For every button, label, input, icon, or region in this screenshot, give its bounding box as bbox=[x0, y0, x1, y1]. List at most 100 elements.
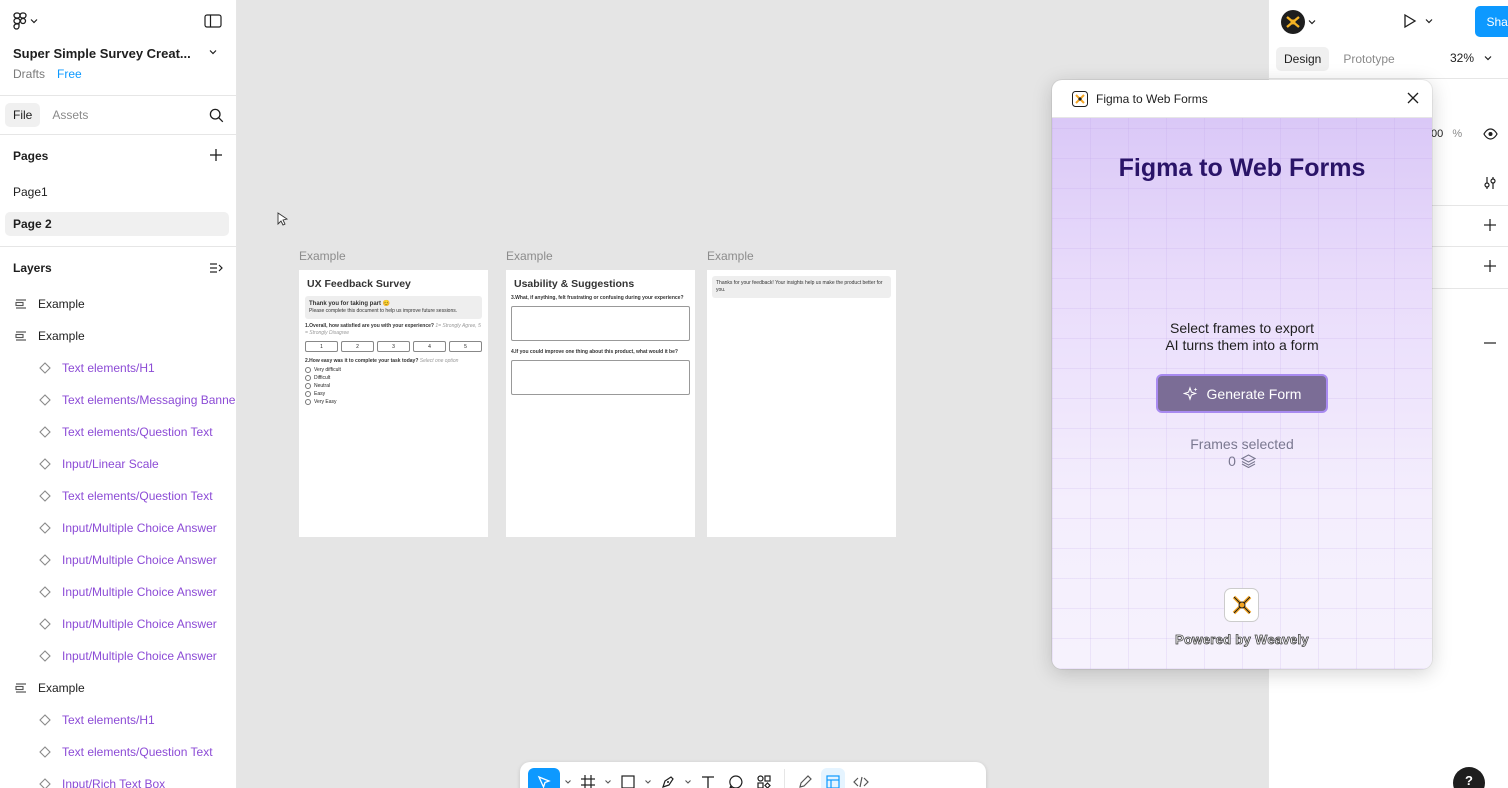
component-instance-icon bbox=[38, 457, 52, 471]
style-adjust-icon[interactable] bbox=[1483, 176, 1497, 190]
plugin-window-title: Figma to Web Forms bbox=[1096, 91, 1208, 106]
file-title[interactable]: Super Simple Survey Creat... bbox=[13, 46, 191, 61]
zoom-value: 32% bbox=[1450, 51, 1475, 65]
layer-instance[interactable]: Input/Multiple Choice Answer bbox=[0, 576, 217, 608]
layer-frame[interactable]: Example bbox=[0, 320, 85, 352]
chevron-down-icon[interactable] bbox=[604, 768, 612, 788]
user-avatar-button[interactable] bbox=[1281, 10, 1316, 34]
visibility-eye-icon[interactable] bbox=[1483, 128, 1498, 140]
figma-logo-icon bbox=[13, 12, 27, 30]
component-instance-icon bbox=[38, 521, 52, 535]
page-item-page1[interactable]: Page1 bbox=[5, 180, 229, 204]
avatar-icon bbox=[1281, 10, 1305, 34]
chevron-down-icon bbox=[1484, 56, 1492, 61]
comment-tool-button[interactable] bbox=[724, 768, 748, 788]
generate-form-button[interactable]: Generate Form bbox=[1156, 374, 1328, 413]
auto-layout-frame-icon bbox=[14, 329, 28, 343]
layer-instance[interactable]: Input/Linear Scale bbox=[0, 448, 159, 480]
layer-instance[interactable]: Input/Rich Text Box bbox=[0, 768, 165, 788]
frame-label[interactable]: Example bbox=[506, 249, 553, 263]
component-instance-icon bbox=[38, 617, 52, 631]
powered-by-label[interactable]: Powered by Weavely bbox=[1052, 632, 1432, 648]
layer-instance[interactable]: Text elements/H1 bbox=[0, 352, 155, 384]
tab-design[interactable]: Design bbox=[1276, 47, 1330, 71]
present-button[interactable] bbox=[1403, 13, 1433, 29]
layer-label: Text elements/Question Text bbox=[62, 489, 213, 503]
sparkle-icon bbox=[1182, 385, 1198, 401]
tab-file[interactable]: File bbox=[5, 103, 41, 127]
frames-count-value: 0 bbox=[1228, 453, 1236, 469]
layer-instance[interactable]: Input/Multiple Choice Answer bbox=[0, 608, 217, 640]
tab-prototype[interactable]: Prototype bbox=[1335, 47, 1402, 71]
frame-ux-feedback-survey[interactable]: UX Feedback Survey Thank you for taking … bbox=[299, 270, 488, 537]
plugin-logo-icon bbox=[1072, 90, 1088, 107]
add-stroke-icon[interactable] bbox=[1483, 259, 1497, 273]
add-fill-icon[interactable] bbox=[1483, 218, 1497, 232]
layer-instance[interactable]: Text elements/H1 bbox=[0, 704, 155, 736]
zoom-control[interactable]: 32% bbox=[1450, 51, 1492, 65]
chevron-down-icon bbox=[1425, 19, 1433, 24]
layer-label: Text elements/H1 bbox=[62, 713, 155, 727]
text-tool-button[interactable] bbox=[696, 768, 720, 788]
component-instance-icon bbox=[38, 553, 52, 567]
left-sidebar: Super Simple Survey Creat... Drafts Free… bbox=[0, 0, 237, 788]
layer-instance[interactable]: Text elements/Messaging Banner bbox=[0, 384, 236, 416]
tab-assets[interactable]: Assets bbox=[44, 103, 96, 127]
weavely-logo-icon[interactable] bbox=[1224, 588, 1259, 622]
frame-label[interactable]: Example bbox=[299, 249, 346, 263]
layer-instance[interactable]: Input/Multiple Choice Answer bbox=[0, 640, 217, 672]
search-icon[interactable] bbox=[209, 108, 224, 123]
scale-option: 2 bbox=[341, 341, 374, 353]
pen-tool-button[interactable] bbox=[656, 768, 680, 788]
close-icon[interactable] bbox=[1406, 91, 1420, 105]
layer-instance[interactable]: Text elements/Question Text bbox=[0, 736, 213, 768]
draw-mode-button[interactable] bbox=[793, 768, 817, 788]
sidebar-toggle-button[interactable] bbox=[204, 14, 222, 28]
page-item-page2[interactable]: Page 2 bbox=[5, 212, 229, 236]
bottom-toolbar bbox=[520, 762, 986, 788]
plugin-titlebar[interactable]: Figma to Web Forms bbox=[1052, 80, 1432, 118]
question-text: 4.If you could improve one thing about t… bbox=[511, 349, 678, 355]
chevron-down-icon[interactable] bbox=[564, 768, 572, 788]
layer-frame[interactable]: Example bbox=[0, 288, 85, 320]
design-mode-button[interactable] bbox=[821, 768, 845, 788]
add-page-icon[interactable] bbox=[209, 148, 223, 162]
pages-heading: Pages bbox=[13, 149, 49, 163]
layer-instance[interactable]: Text elements/Question Text bbox=[0, 480, 213, 512]
text-icon bbox=[702, 776, 714, 788]
opacity-field[interactable]: 00 % bbox=[1431, 128, 1462, 140]
file-menu-chevron-icon[interactable] bbox=[208, 48, 218, 56]
resources-tool-button[interactable] bbox=[752, 768, 776, 788]
layer-instance[interactable]: Input/Multiple Choice Answer bbox=[0, 544, 217, 576]
frame-label[interactable]: Example bbox=[707, 249, 754, 263]
shape-tool-button[interactable] bbox=[616, 768, 640, 788]
rich-text-box bbox=[511, 306, 690, 341]
collapse-layers-icon[interactable] bbox=[209, 261, 223, 275]
drafts-link[interactable]: Drafts bbox=[13, 67, 45, 81]
remove-icon[interactable] bbox=[1483, 336, 1497, 350]
component-instance-icon bbox=[38, 777, 52, 788]
layer-label: Text elements/Question Text bbox=[62, 425, 213, 439]
layer-label: Text elements/Question Text bbox=[62, 745, 213, 759]
frame-tool-button[interactable] bbox=[576, 768, 600, 788]
main-menu-button[interactable] bbox=[13, 12, 38, 30]
generate-form-label: Generate Form bbox=[1206, 385, 1302, 402]
chevron-down-icon[interactable] bbox=[684, 768, 692, 788]
banner-title: Thank you for taking part 😊 bbox=[309, 301, 391, 307]
chevron-down-icon[interactable] bbox=[644, 768, 652, 788]
component-instance-icon bbox=[38, 649, 52, 663]
layer-instance[interactable]: Text elements/Question Text bbox=[0, 416, 213, 448]
layer-frame[interactable]: Example bbox=[0, 672, 85, 704]
layer-label: Input/Multiple Choice Answer bbox=[62, 585, 217, 599]
frame-thank-you[interactable]: Thanks for your feedback! Your insights … bbox=[707, 270, 896, 537]
layer-instance[interactable]: Input/Multiple Choice Answer bbox=[0, 512, 217, 544]
dev-mode-button[interactable] bbox=[849, 768, 873, 788]
frame-usability-suggestions[interactable]: Usability & Suggestions 3.What, if anyth… bbox=[506, 270, 695, 537]
instruction-line: Select frames to export bbox=[1170, 320, 1314, 336]
component-instance-icon bbox=[38, 585, 52, 599]
plan-badge[interactable]: Free bbox=[57, 67, 82, 81]
move-tool-button[interactable] bbox=[528, 768, 560, 788]
layers-heading: Layers bbox=[13, 261, 52, 275]
scale-option: 1 bbox=[305, 341, 338, 353]
share-button[interactable]: Share bbox=[1475, 6, 1508, 37]
